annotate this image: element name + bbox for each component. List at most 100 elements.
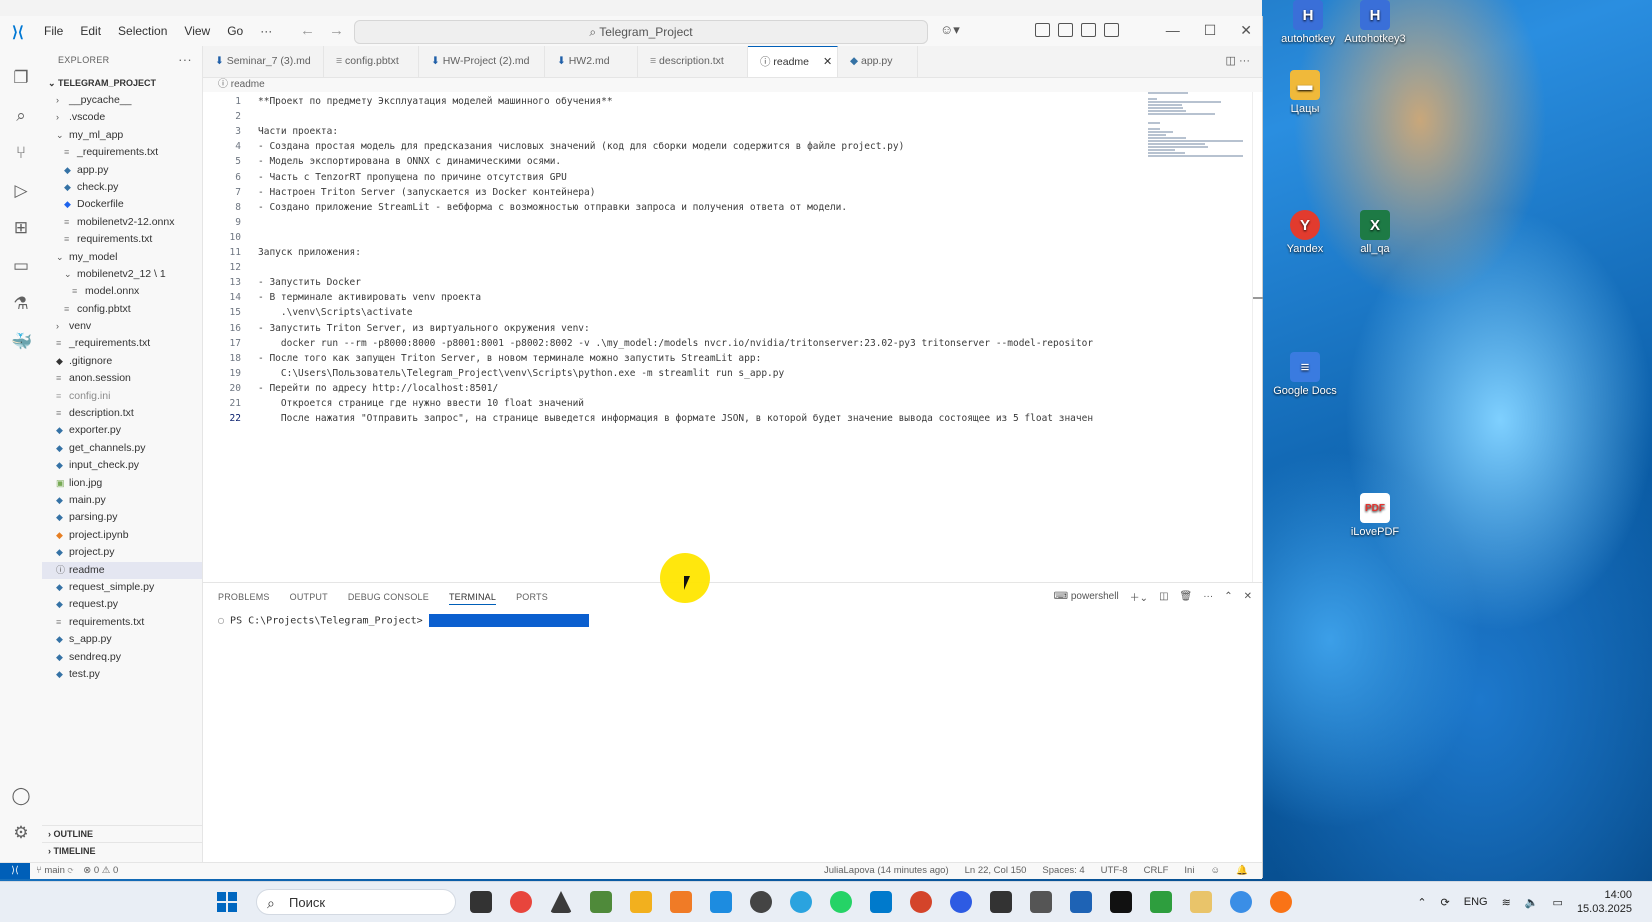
desktop-icon-autohotkey3[interactable]: H Autohotkey3 bbox=[1335, 0, 1415, 45]
code-line[interactable]: .\venv\Scripts\activate bbox=[258, 307, 413, 318]
file-item[interactable]: ≡ config.pbtxt bbox=[42, 301, 202, 318]
scrollbar-thumb[interactable] bbox=[1253, 297, 1263, 299]
explorer-icon[interactable]: ❐ bbox=[11, 68, 31, 88]
notifications-icon[interactable]: 🔔 bbox=[1236, 863, 1248, 879]
desktop-icon-excel[interactable]: X all_qa bbox=[1335, 210, 1415, 255]
editor-scrollbar[interactable] bbox=[1252, 92, 1263, 582]
extensions-icon[interactable]: ⊞ bbox=[11, 218, 31, 238]
more-actions-icon[interactable]: ··· bbox=[1203, 591, 1213, 602]
close-panel-icon[interactable]: ✕ bbox=[1244, 591, 1252, 602]
terminal-output[interactable]: ○ PS C:\Projects\Telegram_Project> bbox=[218, 614, 589, 627]
line-endings[interactable]: CRLF bbox=[1144, 863, 1169, 879]
clock[interactable]: 14:00 15.03.2025 bbox=[1577, 888, 1632, 916]
code-line[interactable]: - Настроен Triton Server (запускается из… bbox=[258, 187, 595, 198]
file-explorer-icon[interactable] bbox=[630, 891, 652, 913]
app-icon[interactable] bbox=[1150, 891, 1172, 913]
app-icon[interactable] bbox=[1190, 891, 1212, 913]
menu-selection[interactable]: Selection bbox=[118, 24, 167, 38]
toggle-secondary-sidebar-icon[interactable] bbox=[1104, 23, 1119, 37]
whatsapp-icon[interactable] bbox=[830, 891, 852, 913]
sync-icon[interactable]: ⟳ bbox=[1441, 896, 1450, 909]
copilot-status-icon[interactable]: ☺ bbox=[1210, 863, 1220, 879]
more-actions-icon[interactable]: ··· bbox=[178, 46, 192, 74]
code-line[interactable]: Запуск приложения: bbox=[258, 247, 361, 258]
obs-icon[interactable] bbox=[750, 891, 772, 913]
editor-tab[interactable]: ⬇ Seminar_7 (3).md bbox=[203, 46, 324, 77]
start-button[interactable] bbox=[217, 892, 237, 912]
code-editor[interactable]: 1 **Проект по предмету Эксплуатация модел… bbox=[203, 92, 1262, 582]
volume-icon[interactable]: 🔈 bbox=[1525, 896, 1539, 909]
editor-tab[interactable]: ⬇ HW2.md bbox=[545, 46, 638, 77]
folder-item[interactable]: ⌄ mobilenetv2_12 \ 1 bbox=[42, 266, 202, 283]
workspace-root[interactable]: ⌄ TELEGRAM_PROJECT bbox=[42, 74, 202, 92]
settings-gear-icon[interactable]: ⚙ bbox=[11, 823, 31, 843]
file-item[interactable]: ◆ project.py bbox=[42, 544, 202, 561]
menu-edit[interactable]: Edit bbox=[80, 24, 101, 38]
app-icon[interactable] bbox=[910, 891, 932, 913]
battery-icon[interactable]: ▭ bbox=[1553, 896, 1563, 909]
code-line[interactable]: - Запустить Docker bbox=[258, 277, 361, 288]
tab-terminal[interactable]: TERMINAL bbox=[448, 592, 497, 605]
vscode-icon[interactable] bbox=[870, 891, 892, 913]
encoding[interactable]: UTF-8 bbox=[1101, 863, 1128, 879]
folder-item[interactable]: › __pycache__ bbox=[42, 92, 202, 109]
split-editor-icon[interactable]: ◫ ··· bbox=[1226, 54, 1250, 67]
folder-item[interactable]: ⌄ my_model bbox=[42, 249, 202, 266]
code-line[interactable]: Откроется странице где нужно ввести 10 f… bbox=[258, 398, 584, 409]
media-icon[interactable] bbox=[990, 891, 1012, 913]
desktop-icon-folder[interactable]: ▬ Цацы bbox=[1265, 70, 1345, 115]
tab-problems[interactable]: PROBLEMS bbox=[218, 592, 270, 605]
file-item[interactable]: ◆ s_app.py bbox=[42, 631, 202, 648]
code-line[interactable]: docker run --rm -p8000:8000 -p8001:8001 … bbox=[258, 338, 1093, 349]
language-mode[interactable]: Ini bbox=[1184, 863, 1194, 879]
editor-tab[interactable]: ⓘ readme ✕ bbox=[748, 46, 838, 77]
code-line[interactable]: - Запустить Triton Server, из виртуально… bbox=[258, 323, 590, 334]
code-line[interactable]: - Модель экспортирована в ONNX с динамич… bbox=[258, 156, 561, 167]
taskbar-search[interactable]: ⌕ Поиск bbox=[256, 889, 456, 915]
forward-arrow-icon[interactable]: → bbox=[329, 22, 344, 39]
command-center[interactable]: ⌕ Telegram_Project bbox=[354, 20, 928, 44]
menu-view[interactable]: View bbox=[184, 24, 210, 38]
maximize-icon[interactable]: ☐ bbox=[1204, 22, 1217, 39]
desktop-icon-google-docs[interactable]: ≡ Google Docs bbox=[1265, 352, 1345, 397]
timeline-section[interactable]: › TIMELINE bbox=[42, 842, 202, 859]
file-item[interactable]: ◆ project.ipynb bbox=[42, 527, 202, 544]
chevron-up-icon[interactable]: ⌃ bbox=[1417, 896, 1426, 909]
file-item[interactable]: ◆ sendreq.py bbox=[42, 649, 202, 666]
trash-icon[interactable]: 🗑 bbox=[1180, 591, 1193, 602]
wifi-icon[interactable]: ≋ bbox=[1502, 896, 1511, 909]
file-item[interactable]: ◆ app.py bbox=[42, 162, 202, 179]
app-icon[interactable] bbox=[550, 891, 572, 913]
code-line[interactable]: **Проект по предмету Эксплуатация моделе… bbox=[258, 96, 613, 107]
file-item[interactable]: ≡ model.onnx bbox=[42, 283, 202, 300]
menu-more[interactable]: ··· bbox=[260, 24, 272, 38]
minimize-icon[interactable]: — bbox=[1166, 22, 1180, 39]
file-item[interactable]: ◆ input_check.py bbox=[42, 457, 202, 474]
tab-ports[interactable]: PORTS bbox=[516, 592, 548, 605]
file-item[interactable]: ◆ request_simple.py bbox=[42, 579, 202, 596]
customize-layout-icon[interactable] bbox=[1035, 23, 1050, 37]
new-terminal-icon[interactable]: ＋⌄ bbox=[1130, 589, 1148, 604]
file-item[interactable]: ◆ get_channels.py bbox=[42, 440, 202, 457]
source-control-icon[interactable]: ⑂ bbox=[11, 143, 31, 163]
file-item[interactable]: ≡ config.ini bbox=[42, 388, 202, 405]
remote-indicator-icon[interactable]: ⟩⟨ bbox=[0, 863, 30, 879]
branch-indicator[interactable]: ⑂ main ⟳ bbox=[36, 863, 73, 879]
telegram-icon[interactable] bbox=[790, 891, 812, 913]
code-line[interactable]: - В терминале активировать venv проекта bbox=[258, 292, 481, 303]
git-blame[interactable]: JuliaLapova (14 minutes ago) bbox=[824, 863, 949, 879]
breadcrumb-item[interactable]: readme bbox=[231, 79, 265, 90]
app-icon[interactable] bbox=[1030, 891, 1052, 913]
search-icon[interactable]: ⌕ bbox=[11, 106, 31, 126]
outline-section[interactable]: › OUTLINE bbox=[42, 825, 202, 842]
file-item[interactable]: ◆ Dockerfile bbox=[42, 196, 202, 213]
code-line[interactable]: - После того как запущен Triton Server, … bbox=[258, 353, 761, 364]
cursor-position[interactable]: Ln 22, Col 150 bbox=[965, 863, 1027, 879]
file-item[interactable]: ◆ .gitignore bbox=[42, 353, 202, 370]
toggle-sidebar-icon[interactable] bbox=[1058, 23, 1073, 37]
app-icon[interactable] bbox=[1270, 891, 1292, 913]
file-item[interactable]: ▣ lion.jpg bbox=[42, 475, 202, 492]
toggle-panel-icon[interactable] bbox=[1081, 23, 1096, 37]
minimap[interactable] bbox=[1148, 92, 1248, 157]
app-icon[interactable] bbox=[1070, 891, 1092, 913]
